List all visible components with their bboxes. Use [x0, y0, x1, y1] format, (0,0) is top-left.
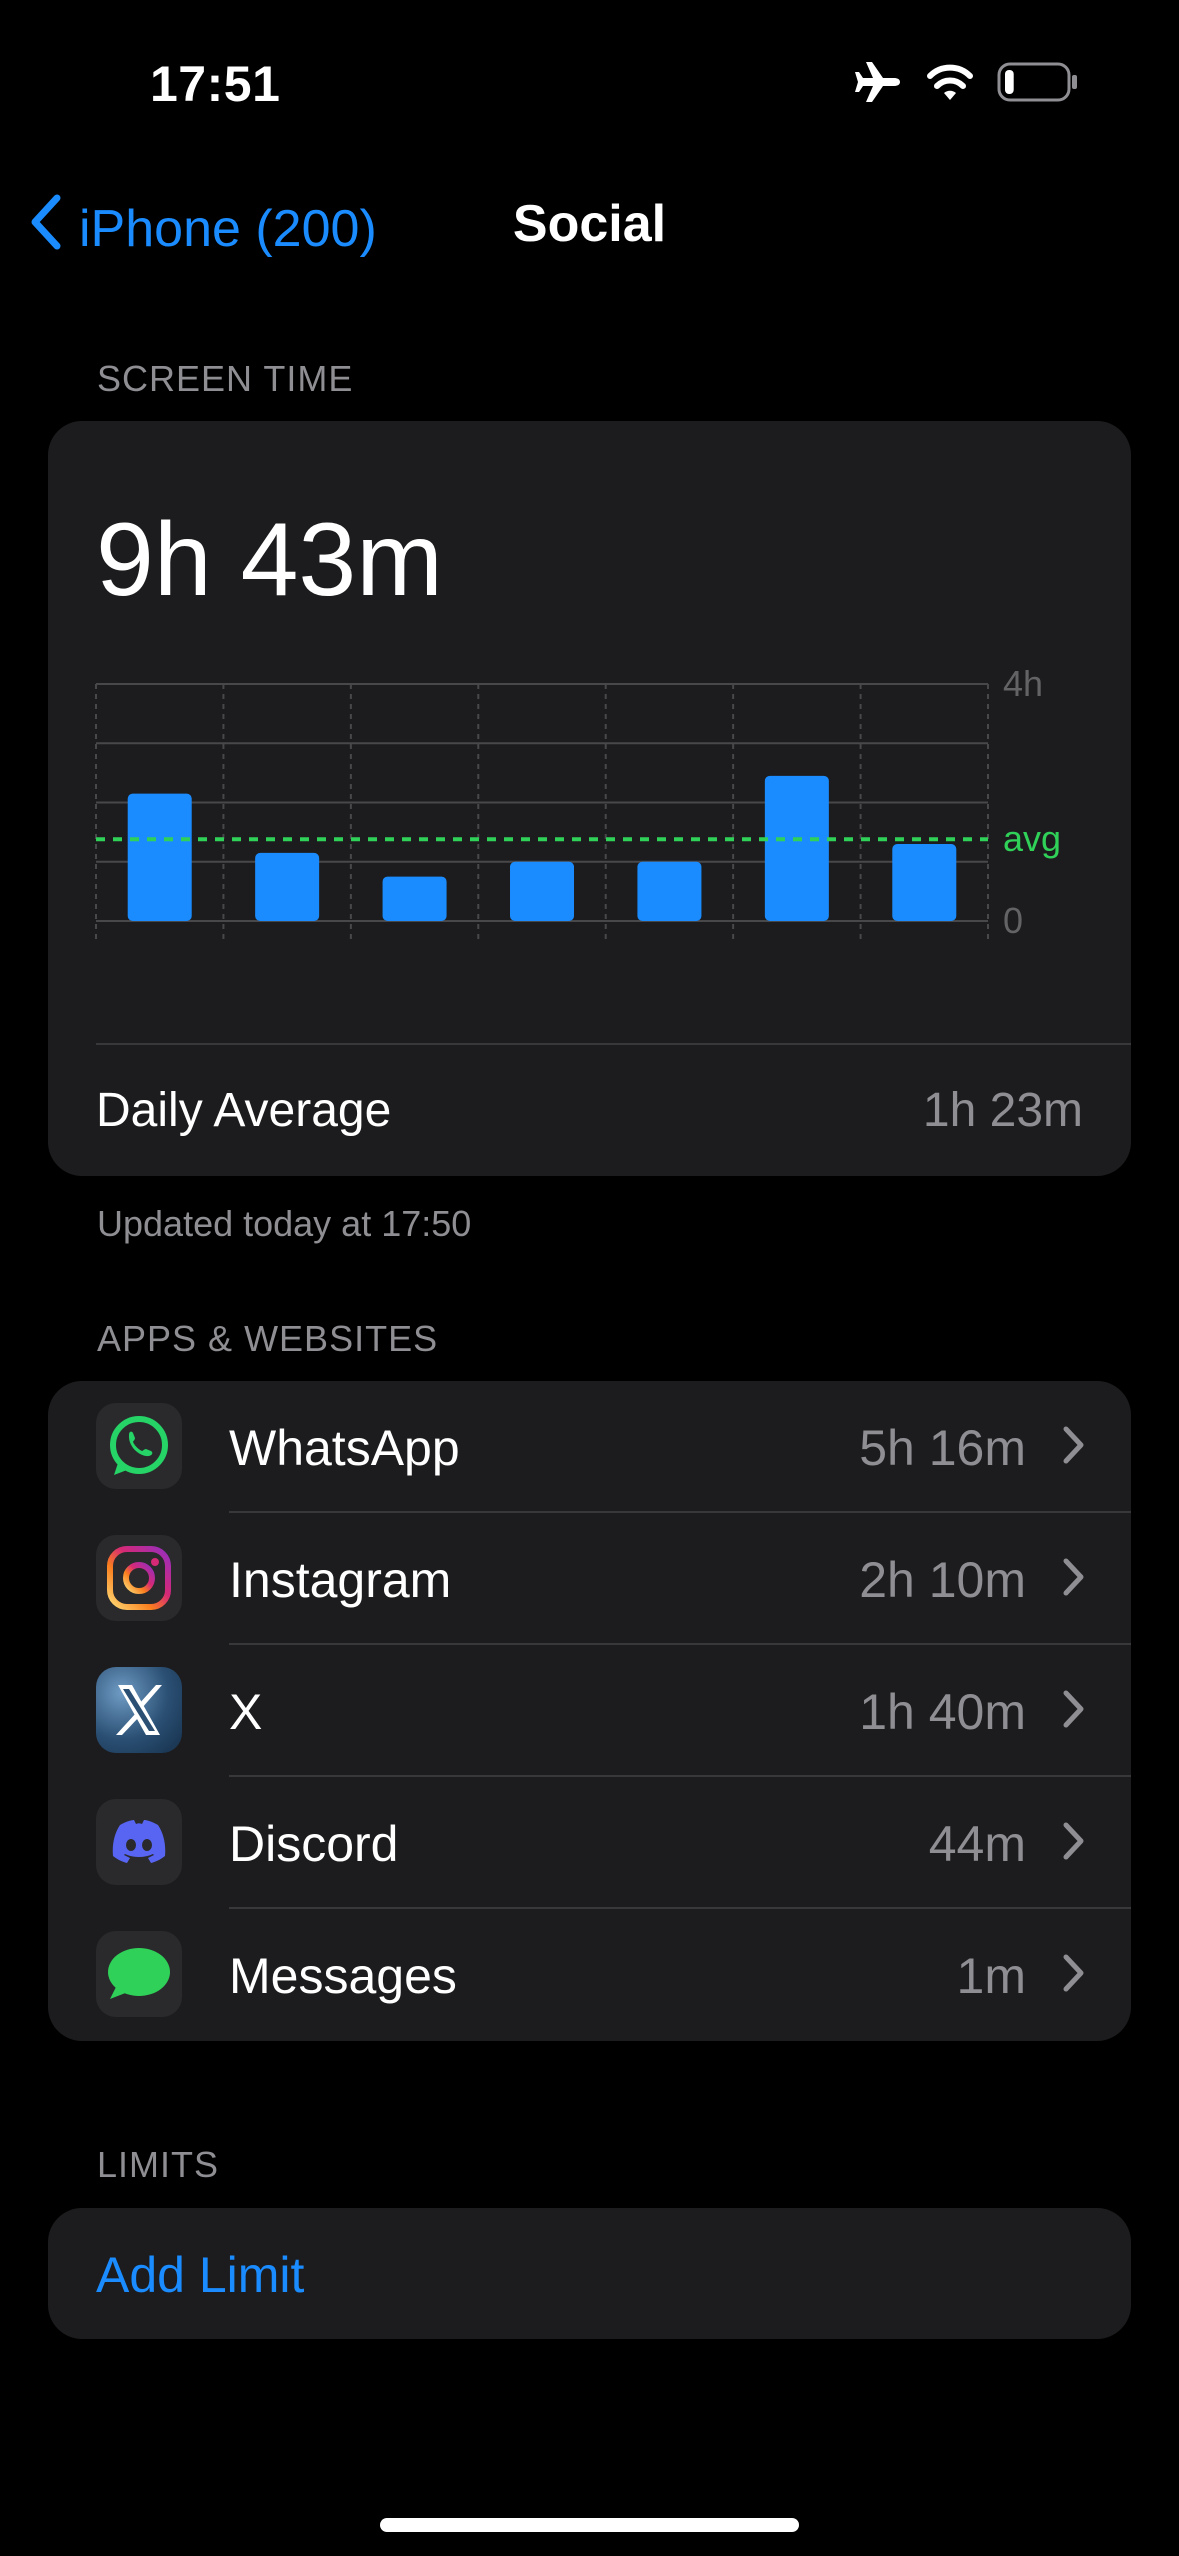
- airplane-mode-icon: [853, 60, 903, 109]
- back-button[interactable]: iPhone (200): [25, 192, 377, 265]
- chevron-left-icon: [25, 192, 65, 265]
- chevron-right-icon: [1062, 1953, 1086, 1998]
- app-name: WhatsApp: [229, 1420, 460, 1476]
- whatsapp-icon: [96, 1403, 182, 1489]
- app-row-whatsapp[interactable]: WhatsApp 5h 16m: [48, 1381, 1131, 1513]
- bar-4: [637, 861, 702, 921]
- limits-card: Add Limit: [48, 2208, 1131, 2339]
- daily-average-value: 1h 23m: [922, 1084, 1083, 1137]
- x-tick-label: M: [108, 940, 138, 941]
- instagram-icon: [96, 1535, 182, 1621]
- app-name: Discord: [229, 1816, 399, 1872]
- discord-icon: [96, 1799, 182, 1885]
- status-time: 17:51: [150, 56, 281, 112]
- chart-bars: [127, 775, 957, 921]
- screen-time-card: 9h 43m avg 4h 0 M T W T F S S Daily Average 1h 2…: [48, 421, 1131, 1176]
- x-tick-label: S: [873, 940, 897, 941]
- bar-2: [382, 876, 447, 921]
- chevron-right-icon: [1062, 1557, 1086, 1602]
- battery-icon: [997, 61, 1079, 108]
- apps-section-header: APPS & WEBSITES: [97, 1318, 439, 1359]
- x-tick-label: W: [363, 940, 397, 941]
- x-tick-label: T: [235, 940, 257, 941]
- back-button-label: iPhone (200): [79, 199, 377, 258]
- app-row-x[interactable]: X 1h 40m: [48, 1645, 1131, 1777]
- apps-list: WhatsApp 5h 16m Instagram 2h 10m X 1h 40…: [48, 1381, 1131, 2041]
- x-tick-label: F: [618, 940, 640, 941]
- bar-5: [764, 775, 829, 921]
- bar-6: [892, 843, 957, 921]
- app-row-messages[interactable]: Messages 1m: [48, 1909, 1131, 2041]
- chevron-right-icon: [1062, 1821, 1086, 1866]
- add-limit-button[interactable]: Add Limit: [96, 2246, 304, 2304]
- screen-time-total: 9h 43m: [96, 502, 443, 618]
- chevron-right-icon: [1062, 1689, 1086, 1734]
- bar-1: [255, 852, 320, 921]
- app-row-discord[interactable]: Discord 44m: [48, 1777, 1131, 1909]
- home-indicator[interactable]: [380, 2518, 799, 2532]
- app-name: Instagram: [229, 1552, 452, 1608]
- wifi-icon: [925, 62, 975, 107]
- app-row-instagram[interactable]: Instagram 2h 10m: [48, 1513, 1131, 1645]
- divider: [96, 1043, 1131, 1045]
- y-tick-label-zero: 0: [1003, 900, 1023, 941]
- app-time: 5h 16m: [859, 1420, 1026, 1476]
- screen-time-section-header: SCREEN TIME: [97, 358, 354, 399]
- bar-0: [127, 793, 192, 921]
- y-tick-label-max: 4h: [1003, 663, 1043, 704]
- bar-3: [510, 861, 574, 921]
- app-name: Messages: [229, 1948, 457, 2004]
- limits-section-header: LIMITS: [97, 2144, 220, 2185]
- app-time: 1m: [956, 1948, 1026, 2004]
- app-time: 44m: [928, 1816, 1026, 1872]
- average-label: avg: [1003, 818, 1061, 859]
- weekly-usage-chart: avg 4h 0 M T W T F S S: [95, 663, 1061, 941]
- messages-icon: [96, 1931, 182, 2017]
- status-icons: [853, 60, 1079, 109]
- app-name: X: [229, 1684, 263, 1740]
- daily-average-label: Daily Average: [96, 1084, 392, 1137]
- x-tick-label: T: [490, 940, 512, 941]
- x-tick-label: S: [745, 940, 769, 941]
- app-time: 1h 40m: [859, 1684, 1026, 1740]
- app-time: 2h 10m: [859, 1552, 1026, 1608]
- updated-timestamp: Updated today at 17:50: [97, 1203, 472, 1244]
- chevron-right-icon: [1062, 1425, 1086, 1470]
- x-icon: [96, 1667, 182, 1753]
